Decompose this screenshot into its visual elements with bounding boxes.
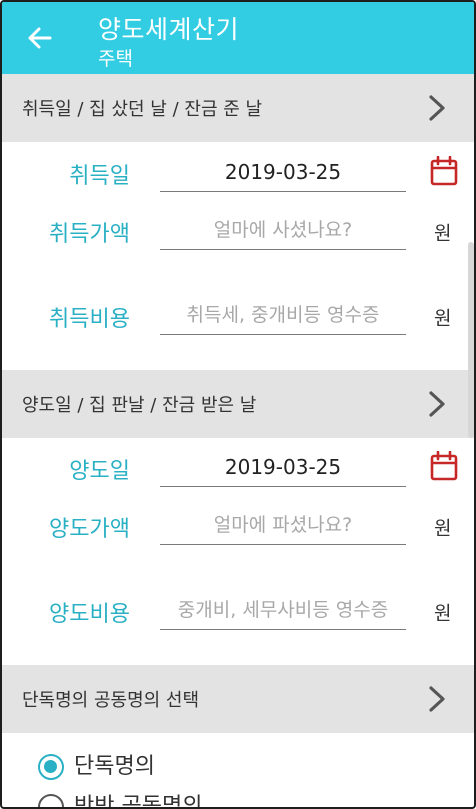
- app-title: 양도세계산기: [98, 15, 240, 44]
- scrollbar[interactable]: [468, 242, 474, 438]
- radio-checked-icon: [38, 754, 64, 780]
- acquisition-cost-input[interactable]: 취득세, 중개비등 영수증: [160, 295, 406, 335]
- acquisition-cost-label: 취득비용: [49, 307, 130, 332]
- transfer-cost-unit: 원: [434, 602, 452, 625]
- acquisition-price-row: 취득가액 얼마에 사셨나요? 원: [2, 202, 474, 262]
- acquisition-price-label: 취득가액: [49, 222, 130, 247]
- radio-joint-ownership-label: 반반 공동명의: [74, 794, 203, 809]
- chevron-right-icon: [426, 93, 448, 123]
- acquisition-date-row: 취득일 2019-03-25: [2, 144, 474, 204]
- transfer-date-row: 양도일 2019-03-25: [2, 439, 474, 499]
- transfer-section-header[interactable]: 양도일 / 집 판날 / 잔금 받은 날: [2, 370, 474, 438]
- radio-unchecked-icon: [38, 794, 64, 807]
- transfer-price-label: 양도가액: [49, 517, 130, 542]
- acquisition-price-input[interactable]: 얼마에 사셨나요?: [160, 210, 406, 250]
- back-arrow-icon[interactable]: [24, 22, 56, 54]
- acquisition-date-label: 취득일: [69, 164, 130, 189]
- app-screen: 양도세계산기 주택 취득일 / 집 샀던 날 / 잔금 준 날 취득일 2019…: [0, 0, 476, 809]
- app-bar: 양도세계산기 주택: [2, 2, 474, 74]
- transfer-price-row: 양도가액 얼마에 파셨나요? 원: [2, 497, 474, 557]
- radio-sole-ownership-label: 단독명의: [74, 754, 155, 779]
- transfer-cost-input[interactable]: 중개비, 세무사비등 영수증: [160, 590, 406, 630]
- acquisition-date-field[interactable]: 2019-03-25: [160, 152, 406, 192]
- transfer-cost-label: 양도비용: [49, 602, 130, 627]
- ownership-section-header[interactable]: 단독명의 공동명의 선택: [2, 665, 474, 733]
- calendar-icon[interactable]: [430, 451, 458, 481]
- acquisition-cost-row: 취득비용 취득세, 중개비등 영수증 원: [2, 287, 474, 347]
- calendar-icon[interactable]: [430, 156, 458, 186]
- acquisition-cost-unit: 원: [434, 307, 452, 330]
- acquisition-section-header[interactable]: 취득일 / 집 샀던 날 / 잔금 준 날: [2, 74, 474, 142]
- transfer-section-label: 양도일 / 집 판날 / 잔금 받은 날: [22, 395, 257, 416]
- transfer-cost-row: 양도비용 중개비, 세무사비등 영수증 원: [2, 582, 474, 642]
- ownership-section-label: 단독명의 공동명의 선택: [22, 690, 200, 711]
- acquisition-price-unit: 원: [434, 222, 452, 245]
- transfer-date-label: 양도일: [69, 459, 130, 484]
- chevron-right-icon: [426, 684, 448, 714]
- acquisition-section-label: 취득일 / 집 샀던 날 / 잔금 준 날: [22, 99, 263, 120]
- transfer-price-input[interactable]: 얼마에 파셨나요?: [160, 505, 406, 545]
- transfer-date-field[interactable]: 2019-03-25: [160, 447, 406, 487]
- app-subtitle: 주택: [98, 48, 133, 70]
- chevron-right-icon: [426, 389, 448, 419]
- transfer-price-unit: 원: [434, 517, 452, 540]
